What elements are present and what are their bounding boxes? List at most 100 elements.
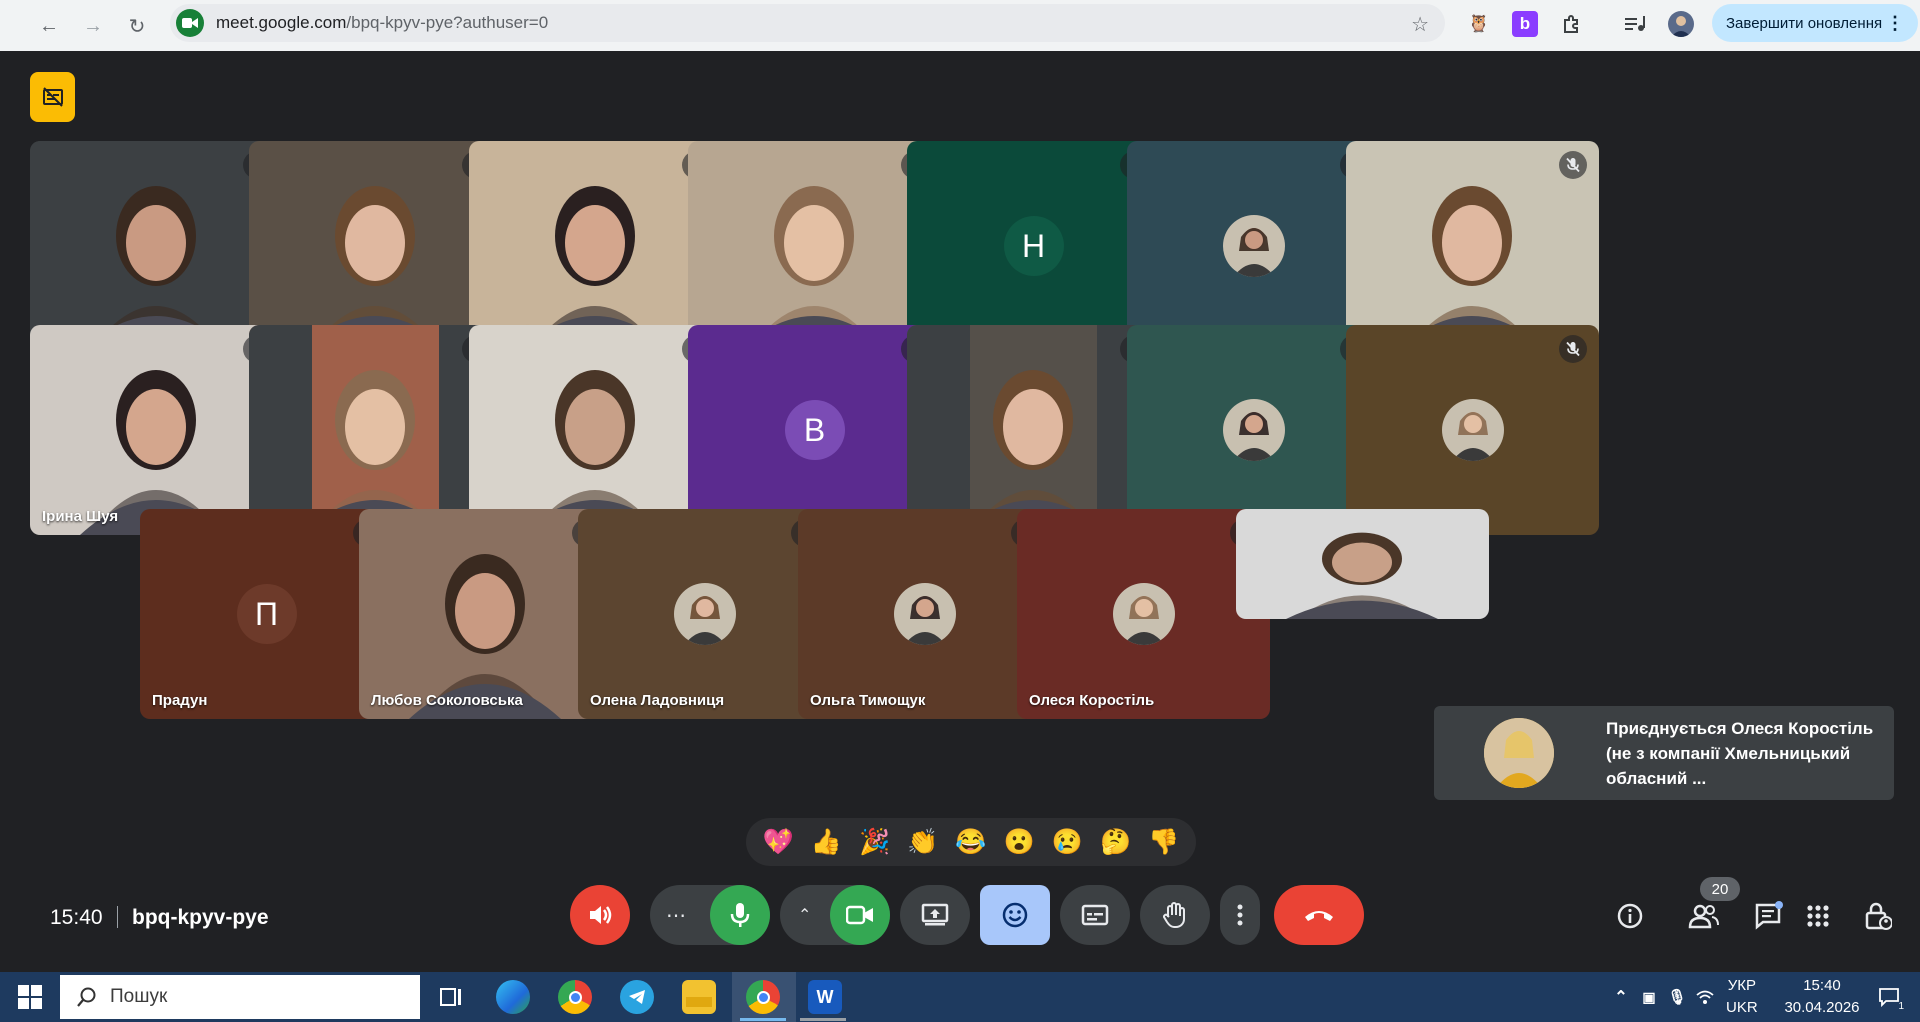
extensions-puzzle-icon[interactable] — [1558, 11, 1584, 37]
participant-tile[interactable]: Ніна Миронович — [1127, 325, 1380, 535]
bookmark-star-icon[interactable]: ☆ — [1411, 12, 1429, 37]
participant-tile[interactable]: Оксана Мудь — [249, 325, 502, 535]
hand-icon — [1163, 902, 1185, 928]
closed-captions-icon — [1081, 904, 1109, 926]
microphone-icon — [730, 903, 750, 927]
host-controls-button[interactable] — [1858, 896, 1898, 936]
meet-site-icon — [176, 9, 204, 37]
participant-avatar — [893, 583, 956, 645]
search-placeholder: Пошук — [110, 986, 168, 1007]
participant-avatar — [1441, 399, 1504, 461]
speaker-button[interactable] — [570, 885, 630, 945]
more-vert-icon: ⋮ — [1886, 12, 1904, 33]
participant-initial: П — [236, 584, 297, 644]
participant-tile[interactable]: ННаталія Антосєва — [907, 141, 1160, 351]
notifications-icon[interactable]: 1 — [1872, 980, 1906, 1014]
participant-tile[interactable]: Світлана Байгота — [1346, 141, 1599, 351]
owl-extension-icon[interactable]: 🦉 — [1466, 11, 1492, 37]
mic-off-icon — [1559, 335, 1587, 363]
clock[interactable]: 15:40 30.04.2026 — [1780, 975, 1864, 1019]
participant-tile[interactable]: Анна Карпюк — [1346, 325, 1599, 535]
profile-avatar[interactable] — [1668, 11, 1694, 37]
search-icon — [77, 987, 96, 1007]
language-indicator[interactable]: УКР UKR — [1726, 975, 1758, 1019]
participant-tile[interactable]: Надія Побережна — [30, 141, 283, 351]
reaction-emoji[interactable]: 👍 — [811, 829, 842, 855]
reaction-emoji[interactable]: 😮 — [1004, 829, 1035, 855]
present-button[interactable] — [900, 885, 970, 945]
b-extension-icon[interactable]: b — [1512, 11, 1538, 37]
taskbar-time: 15:40 — [1803, 977, 1841, 994]
reactions-button[interactable] — [980, 885, 1050, 945]
participant-tile[interactable]: Марічка Мироненко — [469, 325, 722, 535]
taskbar-search[interactable]: Пошук — [60, 975, 420, 1019]
reaction-emoji[interactable]: 🎉 — [859, 829, 890, 855]
participant-avatar — [1222, 215, 1285, 277]
address-bar[interactable]: meet.google.com/bpq-kpyv-pye?authuser=0 … — [170, 4, 1445, 42]
windows-taskbar: Пошук W ⌃ ▣ 🎙 УКР UKR 15:40 30.04.2026 1 — [0, 972, 1920, 1022]
chat-icon — [1755, 901, 1783, 930]
chrome-active-icon[interactable] — [746, 980, 780, 1014]
edge-browser-icon[interactable] — [496, 980, 530, 1014]
meeting-time: 15:40 — [50, 906, 103, 929]
leave-call-button[interactable] — [1274, 885, 1364, 945]
chevron-up-icon[interactable]: ⌃ — [798, 905, 811, 925]
wifi-icon[interactable] — [1688, 980, 1722, 1014]
camera-feed — [1286, 532, 1438, 619]
more-options-button[interactable] — [1220, 885, 1260, 945]
task-view-icon[interactable] — [434, 980, 468, 1014]
captions-off-button[interactable] — [30, 72, 75, 122]
participant-tile[interactable]: Оксана БЕРЛІЗОВА — [1127, 141, 1380, 351]
finish-update-button[interactable]: Завершити оновлення ⋮ — [1712, 4, 1918, 42]
mic-button[interactable] — [710, 885, 770, 945]
lang-bottom: UKR — [1726, 999, 1758, 1016]
participant-tile[interactable]: Світлана Морозюк — [249, 141, 502, 351]
participant-tile[interactable]: П Прадун — [140, 509, 393, 719]
videocam-icon — [846, 905, 873, 925]
meet-stage: Надія ПобережнаСвітлана МорозюкНаталія Р… — [10, 51, 1910, 972]
camera-button[interactable] — [830, 885, 890, 945]
word-icon[interactable]: W — [808, 980, 842, 1014]
participant-tile[interactable]: ВВалентина Чорноус — [688, 325, 941, 535]
chrome-browser-icon[interactable] — [558, 980, 592, 1014]
windows-start-icon[interactable] — [18, 985, 42, 1014]
participant-tile[interactable]: Олеся Коростіль — [1017, 509, 1270, 719]
participant-tile[interactable]: Ірина Шуя — [30, 325, 283, 535]
participant-tile[interactable]: Олена Ладовниця — [578, 509, 831, 719]
lang-top: УКР — [1727, 977, 1756, 994]
camera-control-group: ⌃ — [780, 885, 890, 945]
media-control-icon[interactable] — [1622, 11, 1648, 37]
reactions-bar: 💖 👍 🎉 👏 😂 😮 😢 🤔 👎 — [746, 818, 1196, 866]
file-explorer-icon[interactable] — [682, 980, 716, 1014]
reaction-emoji[interactable]: 😂 — [955, 829, 986, 855]
participant-tile[interactable] — [1236, 509, 1489, 619]
reaction-emoji[interactable]: 🤔 — [1100, 829, 1131, 855]
reload-icon[interactable]: ↻ — [122, 11, 152, 41]
back-icon[interactable]: ← — [34, 11, 64, 41]
active-indicator — [740, 1018, 786, 1021]
browser-toolbar: ← → ↻ meet.google.com/bpq-kpyv-pye?authu… — [0, 0, 1920, 51]
participant-tile[interactable]: Вікторія Вівчурко — [907, 325, 1160, 535]
emoji-icon — [1002, 902, 1028, 928]
chat-button[interactable] — [1748, 896, 1788, 936]
participant-tile[interactable]: Наталія Романчук — [469, 141, 722, 351]
open-indicator — [800, 1018, 846, 1021]
reaction-emoji[interactable]: 💖 — [763, 829, 794, 855]
participant-tile[interactable]: Лариса Гнатюк — [688, 141, 941, 351]
telegram-icon[interactable] — [620, 980, 654, 1014]
people-button[interactable] — [1680, 896, 1728, 936]
info-icon — [1617, 903, 1643, 929]
apps-grid-icon — [1807, 905, 1829, 927]
captions-button[interactable] — [1060, 885, 1130, 945]
activities-button[interactable] — [1798, 896, 1838, 936]
forward-icon[interactable]: → — [78, 11, 108, 41]
more-audio-options-icon[interactable]: ⋯ — [666, 903, 686, 928]
participant-name: Любов Соколовська — [371, 692, 523, 709]
participant-tile[interactable]: Любов Соколовська — [359, 509, 612, 719]
reaction-emoji[interactable]: 👏 — [907, 829, 938, 855]
reaction-emoji[interactable]: 😢 — [1052, 829, 1083, 855]
reaction-emoji[interactable]: 👎 — [1148, 829, 1179, 855]
participant-tile[interactable]: Ольга Тимощук — [798, 509, 1051, 719]
meeting-details-button[interactable] — [1610, 896, 1650, 936]
raise-hand-button[interactable] — [1140, 885, 1210, 945]
